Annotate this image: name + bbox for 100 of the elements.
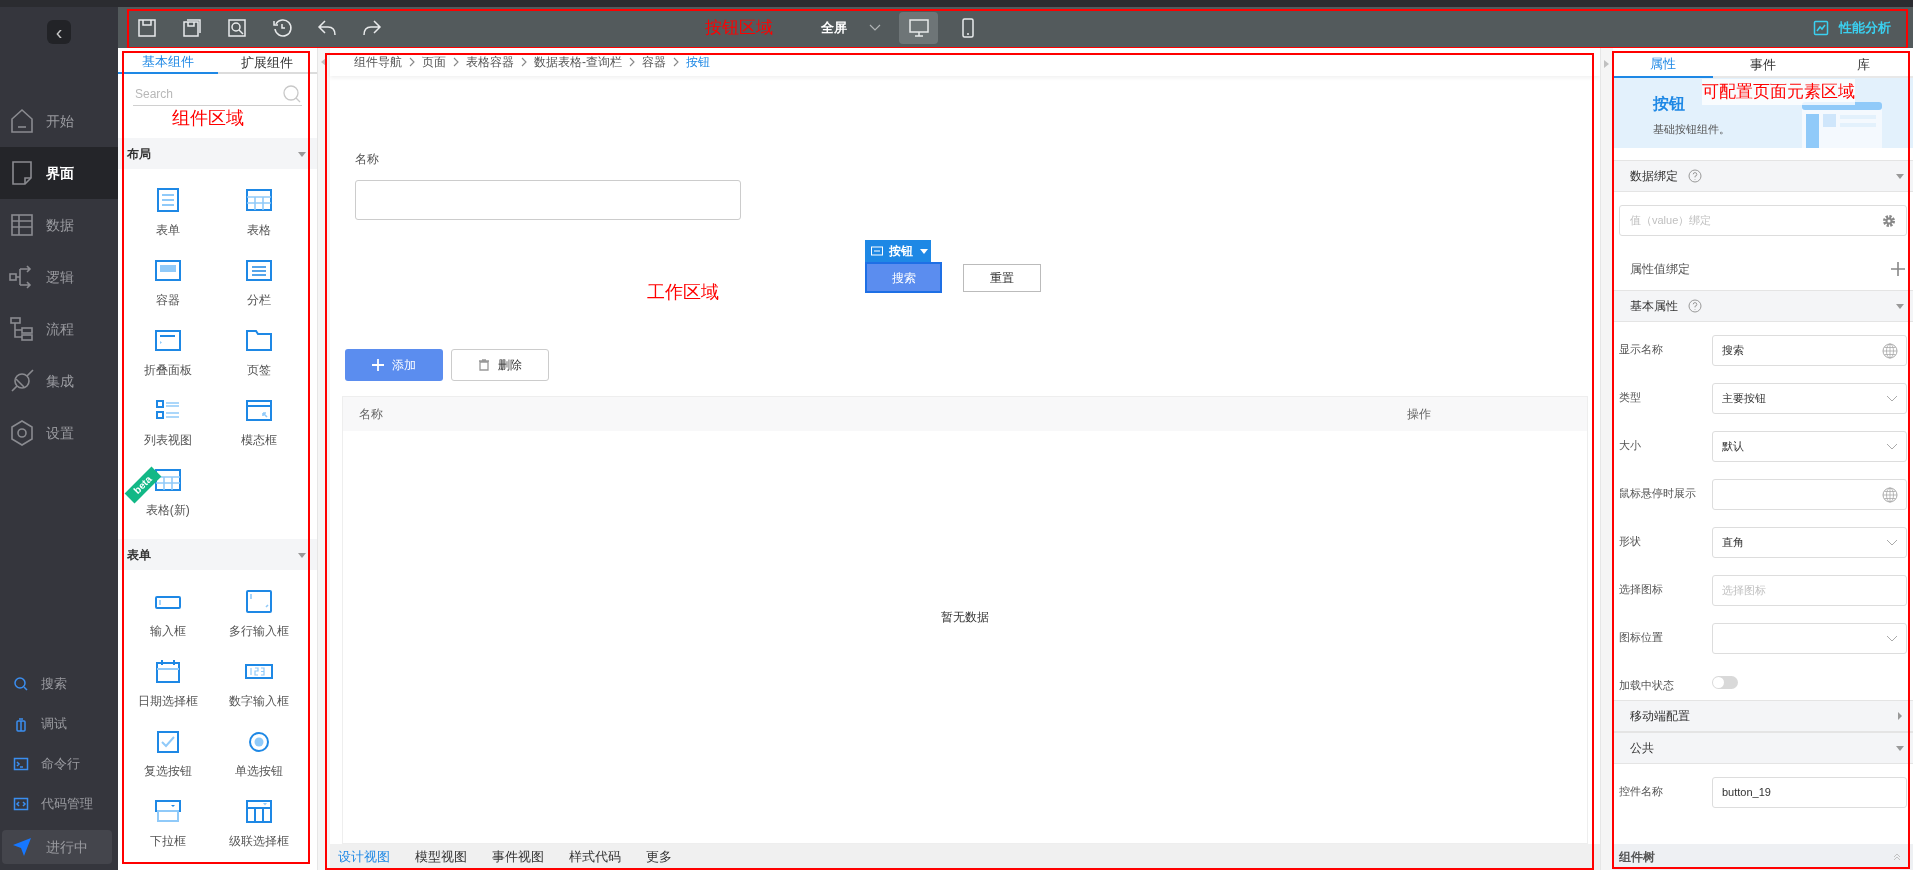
- performance-analysis-link[interactable]: 性能分析: [1813, 17, 1891, 38]
- tool-item[interactable]: 代码管理: [0, 784, 118, 824]
- home-icon: [8, 107, 36, 135]
- section-header[interactable]: 基本属性: [1613, 290, 1913, 322]
- globe-icon[interactable]: [1882, 486, 1898, 503]
- component-item[interactable]: 单选按钮: [213, 726, 305, 796]
- property-label: 类型: [1619, 390, 1642, 405]
- caret-icon: [1895, 302, 1905, 310]
- caret-icon: [919, 247, 929, 255]
- component-tree-bar[interactable]: 组件树: [1613, 844, 1913, 870]
- group-header[interactable]: 表单: [118, 539, 317, 570]
- text-field[interactable]: [1712, 479, 1907, 510]
- section-header[interactable]: 公共: [1613, 731, 1913, 764]
- property-label: 控件名称: [1619, 783, 1664, 799]
- breadcrumb-link[interactable]: 数据表格-查询栏: [534, 53, 622, 71]
- nav-item[interactable]: 流程: [0, 303, 118, 355]
- select-field[interactable]: [1712, 623, 1907, 654]
- nav-item[interactable]: 逻辑: [0, 251, 118, 303]
- panel-tab[interactable]: 基本组件: [118, 52, 218, 74]
- name-input[interactable]: [355, 180, 741, 220]
- grid-icon: [244, 186, 275, 214]
- property-tab[interactable]: 事件: [1713, 51, 1813, 78]
- annotation-label: 可配置页面元素区域: [1702, 79, 1855, 105]
- save-icon[interactable]: [136, 16, 158, 39]
- view-tab[interactable]: 事件视图: [492, 847, 544, 867]
- chevron-right-icon: [628, 57, 636, 67]
- property-tab[interactable]: 库: [1813, 51, 1913, 78]
- chevron-up-icon: [1893, 853, 1901, 861]
- gear-icon: [8, 419, 36, 447]
- chevron-right-icon: [452, 57, 460, 67]
- component-item[interactable]: 列表视图: [122, 395, 214, 465]
- select-field[interactable]: 默认: [1712, 431, 1907, 462]
- view-tab[interactable]: 模型视图: [415, 847, 467, 867]
- plus-icon[interactable]: [1891, 261, 1905, 276]
- component-item[interactable]: 输入框: [122, 586, 214, 656]
- panel-tab[interactable]: 扩展组件: [217, 52, 317, 74]
- help-icon[interactable]: [1688, 169, 1702, 183]
- text-field[interactable]: 搜索: [1712, 335, 1907, 366]
- component-item[interactable]: 复选按钮: [122, 726, 214, 796]
- nav-item[interactable]: 数据: [0, 199, 118, 251]
- tool-item[interactable]: 搜索: [0, 664, 118, 704]
- save-as-icon[interactable]: [181, 16, 203, 39]
- globe-icon[interactable]: [1882, 342, 1898, 359]
- component-item[interactable]: 表单: [122, 185, 214, 255]
- selection-tag[interactable]: 按钮: [865, 240, 931, 262]
- property-label: 形状: [1619, 534, 1642, 549]
- component-item[interactable]: 表格(新) beta: [122, 465, 214, 535]
- component-item[interactable]: 数字输入框: [213, 656, 305, 726]
- nav-item[interactable]: 集成: [0, 355, 118, 407]
- section-header[interactable]: 移动端配置: [1613, 699, 1913, 732]
- text-field[interactable]: button_19: [1712, 776, 1907, 808]
- collapse-button[interactable]: ‹: [47, 20, 71, 44]
- select-field[interactable]: 直角: [1712, 527, 1907, 558]
- annotation-label: 按钮区域: [705, 16, 773, 39]
- tool-item[interactable]: 命令行: [0, 744, 118, 784]
- section-header[interactable]: 数据绑定: [1613, 160, 1913, 192]
- preview-icon[interactable]: [226, 16, 248, 39]
- breadcrumb-link[interactable]: 容器: [642, 53, 666, 71]
- code-icon: [13, 796, 29, 812]
- component-item[interactable]: 表格: [213, 185, 305, 255]
- caret-icon: [297, 550, 307, 559]
- component-item[interactable]: 下拉框: [122, 796, 214, 866]
- view-tab[interactable]: 样式代码: [569, 847, 621, 867]
- help-icon[interactable]: [1688, 299, 1702, 313]
- breadcrumb-link[interactable]: 表格容器: [466, 53, 514, 71]
- caret-icon: [297, 149, 307, 158]
- breadcrumb-link[interactable]: 组件导航: [354, 53, 402, 71]
- caret-icon: [1895, 743, 1905, 752]
- screen-mode-dropdown[interactable]: 全屏: [821, 17, 881, 38]
- beta-ribbon: beta: [124, 466, 162, 504]
- caret-left-icon[interactable]: [321, 58, 327, 66]
- group-header[interactable]: 布局: [118, 138, 317, 169]
- grid-icon: [152, 466, 183, 494]
- chevron-right-icon: [408, 57, 416, 67]
- select-field[interactable]: 主要按钮: [1712, 383, 1907, 414]
- desktop-view-button[interactable]: [899, 11, 938, 44]
- annotation-label: 组件区域: [172, 108, 244, 128]
- trash-icon: [478, 359, 490, 371]
- gear-icon[interactable]: [1882, 213, 1896, 228]
- loading-toggle[interactable]: [1712, 675, 1738, 689]
- property-label: 属性值绑定: [1630, 260, 1690, 278]
- nav-item[interactable]: 开始: [0, 95, 118, 147]
- breadcrumb-link[interactable]: 按钮: [686, 53, 710, 71]
- history-icon[interactable]: [271, 16, 293, 39]
- breadcrumb-link[interactable]: 页面: [422, 53, 446, 71]
- component-item[interactable]: 日期选择框: [122, 656, 214, 726]
- nav-item[interactable]: 界面: [0, 147, 118, 199]
- component-item[interactable]: 级联选择框: [213, 796, 305, 866]
- textarea-icon: [244, 587, 275, 615]
- component-item[interactable]: 容器: [122, 255, 214, 325]
- tool-item[interactable]: 调试: [0, 704, 118, 744]
- view-tab[interactable]: 更多: [646, 847, 672, 867]
- component-item[interactable]: 分栏: [213, 255, 305, 325]
- component-item[interactable]: 多行输入框: [213, 586, 305, 656]
- delete-button[interactable]: 删除: [451, 349, 549, 381]
- component-item[interactable]: 模态框: [213, 395, 305, 465]
- component-item[interactable]: 折叠面板: [122, 325, 214, 395]
- component-item[interactable]: 页签: [213, 325, 305, 395]
- reset-button[interactable]: 重置: [963, 263, 1041, 292]
- nav-item[interactable]: 设置: [0, 407, 118, 459]
